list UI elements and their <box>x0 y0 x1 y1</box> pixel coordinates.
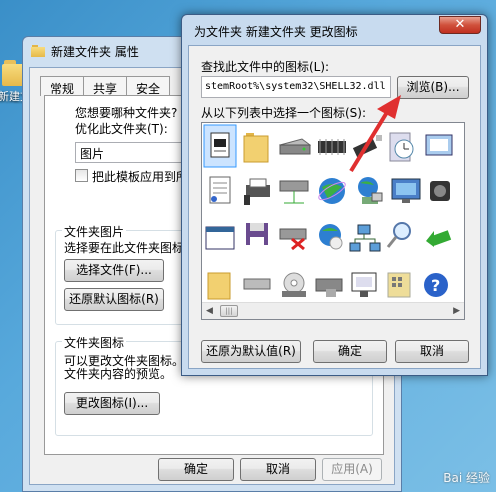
network-globe-icon <box>358 177 383 204</box>
monitor-icon <box>351 272 377 297</box>
window-app-icon <box>205 226 235 250</box>
scroll-left-icon[interactable]: ◀ <box>206 306 213 316</box>
restore-default-icon-button[interactable]: 还原默认图标(R) <box>64 288 164 311</box>
change-icon-dialog: 为文件夹 新建文件夹 更改图标 ✕ 查找此文件中的图标(L): stemRoot… <box>181 14 488 376</box>
folder-icon-desc-2: 文件夹内容的预览。 <box>64 367 173 381</box>
network-icon <box>349 224 381 252</box>
dialog-body: 查找此文件中的图标(L): stemRoot%\system32\SHELL32… <box>188 45 481 369</box>
folder-pictures-title: 文件夹图片 <box>62 223 127 240</box>
tab-bar: 常规 共享 安全 <box>40 76 171 96</box>
network-drive-icon <box>279 180 309 204</box>
drive2-icon <box>243 278 271 290</box>
folder-icon <box>31 45 45 57</box>
tab-general[interactable]: 常规 <box>40 76 85 96</box>
template-checkbox[interactable] <box>75 169 88 182</box>
close-icon: ✕ <box>454 17 466 32</box>
cd-drive-icon <box>282 272 306 297</box>
search-icon <box>386 222 411 248</box>
choose-file-button[interactable]: 选择文件(F)... <box>64 259 164 282</box>
tab-security[interactable]: 安全 <box>126 76 171 96</box>
properties-cancel-button[interactable]: 取消 <box>240 458 316 481</box>
horizontal-scrollbar[interactable]: ◀ ||| ▶ <box>202 302 464 319</box>
folder-pictures-desc: 选择要在此文件夹图标 <box>64 241 185 255</box>
dialog-title: 为文件夹 新建文件夹 更改图标 <box>194 25 358 39</box>
window-icon <box>425 134 453 156</box>
chip-icon <box>318 139 346 155</box>
find-label: 查找此文件中的图标(L): <box>201 60 330 74</box>
globe-icon <box>318 178 346 204</box>
restore-default-button[interactable]: 还原为默认值(R) <box>201 340 301 363</box>
folder-icon-title: 文件夹图标 <box>62 334 127 351</box>
tab-sharing[interactable]: 共享 <box>83 76 128 96</box>
change-icon-button[interactable]: 更改图标(I)... <box>64 392 160 415</box>
properties-ok-button[interactable]: 确定 <box>158 458 234 481</box>
help-icon: ? <box>424 273 448 297</box>
folder-open-icon <box>207 272 231 300</box>
template-checkbox-label: 把此模板应用到所 <box>92 170 189 184</box>
floppy-icon <box>246 223 268 245</box>
grid-icon <box>387 272 411 298</box>
list-label: 从以下列表中选择一个图标(S): <box>201 106 367 120</box>
properties-title: 新建文件夹 属性 <box>51 45 139 59</box>
folder-icon <box>243 133 269 163</box>
desktop-icon <box>391 178 421 203</box>
watermark: Bai 经验 <box>443 471 490 485</box>
globe-cd-icon <box>319 224 343 250</box>
speaker-icon <box>430 181 450 201</box>
question-label: 您想要哪种文件夹? <box>75 106 178 120</box>
scroll-right-icon[interactable]: ▶ <box>453 306 460 316</box>
icon-grid: ? <box>203 124 453 300</box>
svg-text:?: ? <box>431 276 440 295</box>
browse-button[interactable]: 浏览(B)... <box>397 76 469 99</box>
close-button[interactable]: ✕ <box>439 16 481 34</box>
text-document-icon <box>209 176 231 204</box>
document-icon <box>203 124 237 168</box>
scroll-thumb[interactable]: ||| <box>220 305 238 317</box>
drive-lock-icon <box>315 278 343 297</box>
annotation-arrow-icon <box>349 95 401 173</box>
printer-icon <box>244 178 270 205</box>
back-arrow-icon <box>426 230 452 247</box>
drive-icon <box>278 138 312 155</box>
optimize-label: 优化此文件夹(T): <box>75 122 168 136</box>
icon-list[interactable]: ? ◀ ||| ▶ <box>201 122 465 320</box>
dialog-cancel-button[interactable]: 取消 <box>395 340 469 363</box>
properties-apply-button[interactable]: 应用(A) <box>322 458 382 481</box>
dialog-ok-button[interactable]: 确定 <box>313 340 387 363</box>
disconnected-drive-icon <box>279 228 307 251</box>
